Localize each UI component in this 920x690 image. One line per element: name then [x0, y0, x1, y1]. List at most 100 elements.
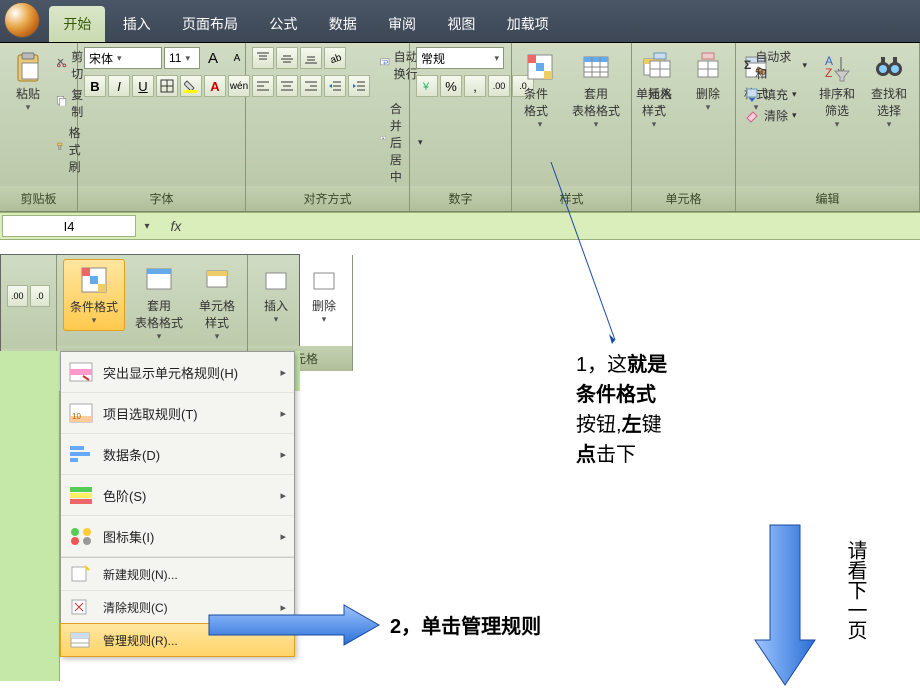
copy-icon	[56, 95, 67, 111]
tab-formulas[interactable]: 公式	[255, 6, 311, 42]
editing-group-label: 编辑	[736, 186, 919, 211]
inc-decimal-button[interactable]: .00	[488, 75, 510, 97]
font-color-button[interactable]: A	[204, 75, 226, 97]
currency-button[interactable]: ￥	[416, 75, 438, 97]
tab-data[interactable]: 数据	[315, 6, 371, 42]
menu-data-bars[interactable]: 数据条(D) ▸	[61, 434, 294, 475]
merge-label: 合并后居中	[390, 100, 412, 185]
valign-bottom-button[interactable]	[300, 47, 322, 69]
comma-button[interactable]: ,	[464, 75, 486, 97]
fill-button[interactable]: 填充▾	[742, 85, 809, 104]
tab-insert[interactable]: 插入	[109, 6, 165, 42]
menu-color-scales[interactable]: 色阶(S) ▸	[61, 475, 294, 516]
insert-cells-button-2[interactable]: 插入▾	[254, 259, 298, 329]
conditional-formatting-button-2[interactable]: 条件格式▾	[63, 259, 125, 331]
merge-icon: a	[380, 135, 386, 151]
name-box-dropdown[interactable]: ▾	[138, 213, 156, 239]
menu-icon-sets[interactable]: 图标集(I) ▸	[61, 516, 294, 557]
clear-rules-icon	[69, 597, 93, 617]
ribbon-tab-strip: 开始 插入 页面布局 公式 数据 审阅 视图 加载项	[0, 0, 920, 43]
format-as-table-button-2[interactable]: 套用 表格格式▾	[129, 259, 189, 346]
svg-text:ab: ab	[329, 52, 342, 65]
font-size-combo[interactable]: 11▾	[164, 47, 200, 69]
font-group-label: 字体	[78, 186, 245, 211]
next-page-text: 请看下一页	[840, 540, 870, 640]
align-right-button[interactable]	[300, 75, 322, 97]
menu-top-bottom-rules[interactable]: 10 项目选取规则(T) ▸	[61, 393, 294, 434]
table-format-label: 套用 表格格式	[572, 85, 620, 119]
grow-font-button[interactable]: A	[202, 47, 224, 69]
tab-addins[interactable]: 加载项	[493, 6, 563, 42]
delete-cells-button-2[interactable]: 删除▾	[302, 259, 346, 329]
eraser-icon	[744, 108, 760, 124]
menu-highlight-rules[interactable]: 突出显示单元格规则(H) ▸	[61, 352, 294, 393]
tab-home[interactable]: 开始	[49, 6, 105, 42]
autosum-button[interactable]: Σ自动求和▾	[742, 47, 809, 83]
sort-filter-icon: AZ	[821, 51, 853, 83]
italic-button[interactable]: I	[108, 75, 130, 97]
wrap-icon	[380, 57, 390, 73]
svg-text:￥: ￥	[421, 82, 431, 93]
manage-rules-icon	[69, 630, 93, 650]
delete-cells-icon	[692, 51, 724, 83]
cell-styles-icon	[201, 263, 233, 295]
shrink-font-button[interactable]: A	[226, 47, 248, 69]
menu-new-rule[interactable]: 新建规则(N)...	[61, 558, 294, 591]
formula-bar: I4 ▾ fx	[0, 212, 920, 240]
tab-review[interactable]: 审阅	[374, 6, 430, 42]
databars-icon	[69, 444, 93, 464]
align-center-button[interactable]	[276, 75, 298, 97]
bold-button[interactable]: B	[84, 75, 106, 97]
paste-button[interactable]: 粘贴 ▾	[6, 47, 50, 117]
table-format-icon	[143, 263, 175, 295]
conditional-formatting-button[interactable]: 条件格式▾	[518, 47, 562, 134]
annotation-arrow-2	[204, 600, 384, 650]
orientation-button[interactable]: ab	[324, 47, 346, 69]
fx-label[interactable]: fx	[156, 213, 196, 239]
tab-page-layout[interactable]: 页面布局	[168, 6, 252, 42]
insert-cells-button[interactable]: 插入▾	[638, 47, 682, 117]
delete-cells-button[interactable]: 删除▾	[686, 47, 730, 117]
inc-decimal-button-2[interactable]: .00	[7, 285, 28, 307]
submenu-arrow-icon: ▸	[280, 530, 286, 543]
scissors-icon	[56, 57, 67, 73]
indent-inc-button[interactable]	[348, 75, 370, 97]
annotation-1: 1，这就是 条件格式 按钮,左键 点击下	[576, 350, 667, 470]
underline-button[interactable]: U	[132, 75, 154, 97]
submenu-arrow-icon: ▸	[280, 489, 286, 502]
binoculars-icon	[873, 51, 905, 83]
fill-color-button[interactable]	[180, 75, 202, 97]
border-button[interactable]	[156, 75, 178, 97]
next-page-arrow	[750, 520, 820, 690]
font-name-combo[interactable]: 宋体▾	[84, 47, 162, 69]
annotation-arrow-1	[545, 160, 665, 360]
dec-decimal-button-2[interactable]: .0	[30, 285, 51, 307]
percent-button[interactable]: %	[440, 75, 462, 97]
valign-middle-button[interactable]	[276, 47, 298, 69]
find-select-button[interactable]: 查找和 选择▾	[865, 47, 913, 134]
group-number: 常规▾ ￥ % , .00 .0 数字	[410, 43, 512, 211]
name-box[interactable]: I4	[2, 215, 136, 237]
insert-cells-icon	[644, 51, 676, 83]
tab-view[interactable]: 视图	[433, 6, 489, 42]
group-editing: Σ自动求和▾ 填充▾ 清除▾ AZ 排序和 筛选▾ 查找和 选择▾ 编辑	[736, 43, 920, 211]
table-format-icon	[580, 51, 612, 83]
delete-cells-icon	[308, 263, 340, 295]
office-button[interactable]	[4, 2, 42, 40]
number-group-label: 数字	[410, 186, 511, 211]
dropdown-arrow-icon: ▾	[26, 102, 31, 113]
sort-filter-button[interactable]: AZ 排序和 筛选▾	[813, 47, 861, 134]
number-format-combo[interactable]: 常规▾	[416, 47, 504, 69]
annotation-2: 2，单击管理规则	[390, 612, 541, 642]
cond-format-icon	[524, 51, 556, 83]
indent-dec-button[interactable]	[324, 75, 346, 97]
clear-button[interactable]: 清除▾	[742, 106, 809, 125]
valign-top-button[interactable]	[252, 47, 274, 69]
align-left-button[interactable]	[252, 75, 274, 97]
format-as-table-button[interactable]: 套用 表格格式▾	[566, 47, 626, 134]
spreadsheet-grid-fragment	[0, 351, 60, 681]
cond-format-icon	[78, 264, 110, 296]
brush-icon	[56, 142, 65, 158]
new-rule-icon	[69, 564, 93, 584]
cell-styles-button-2[interactable]: 单元格 样式▾	[193, 259, 241, 346]
